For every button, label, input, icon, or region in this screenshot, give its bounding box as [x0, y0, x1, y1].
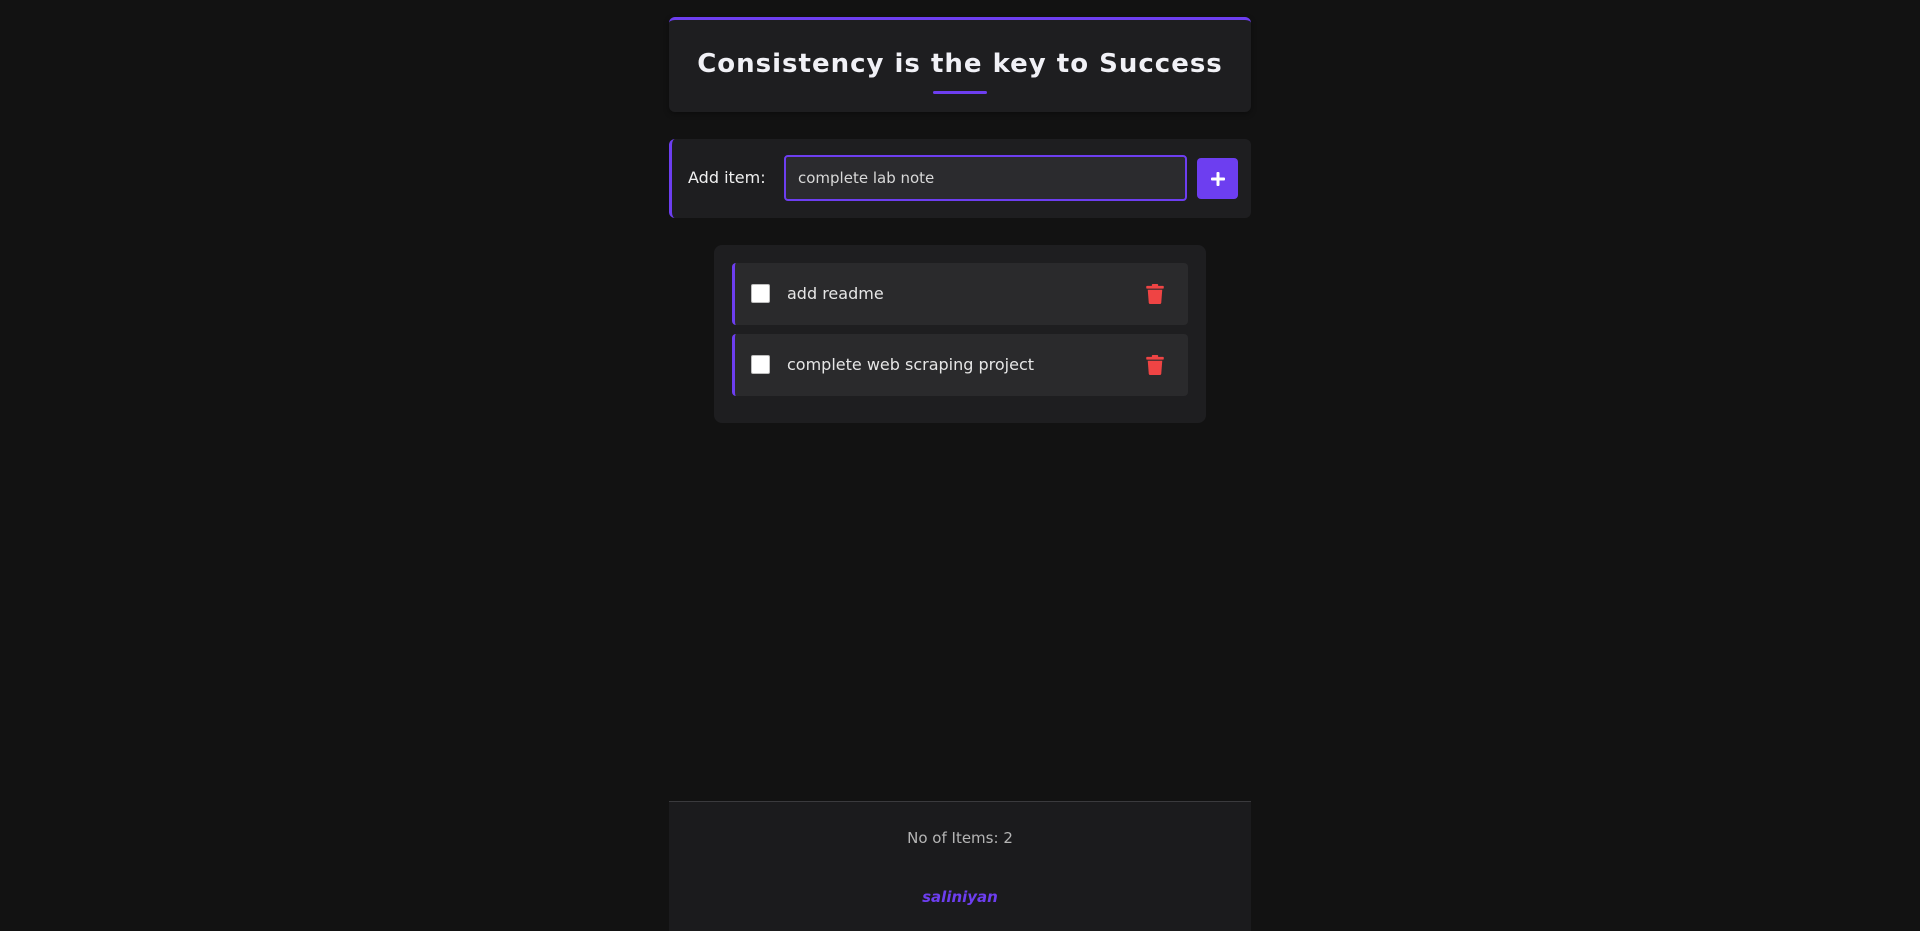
item-count-value: 2	[1003, 829, 1013, 847]
add-item-label: Add item:	[688, 168, 766, 187]
item-text: add readme	[787, 284, 884, 303]
add-item-button[interactable]	[1197, 158, 1238, 199]
page-title: Consistency is the key to Success	[697, 49, 1223, 79]
page-footer: No of Items: 2 saliniyan	[669, 801, 1251, 931]
item-checkbox[interactable]	[751, 284, 770, 303]
author-credit: saliniyan	[922, 888, 998, 906]
item-checkbox[interactable]	[751, 355, 770, 374]
add-item-form: Add item:	[669, 139, 1251, 218]
item-text: complete web scraping project	[787, 355, 1035, 374]
list-item: add readme	[732, 263, 1188, 325]
title-underline	[933, 91, 987, 94]
trash-icon[interactable]	[1146, 355, 1164, 375]
item-count: No of Items: 2	[669, 829, 1251, 847]
item-count-label: No of Items:	[907, 829, 999, 847]
plus-icon	[1210, 171, 1225, 186]
trash-icon[interactable]	[1146, 284, 1164, 304]
todo-list: add readme complete web scraping project	[714, 245, 1206, 423]
todo-app: Consistency is the key to Success Add it…	[669, 0, 1251, 931]
add-item-input[interactable]	[784, 155, 1187, 201]
page-header: Consistency is the key to Success	[669, 17, 1251, 112]
list-item: complete web scraping project	[732, 334, 1188, 396]
